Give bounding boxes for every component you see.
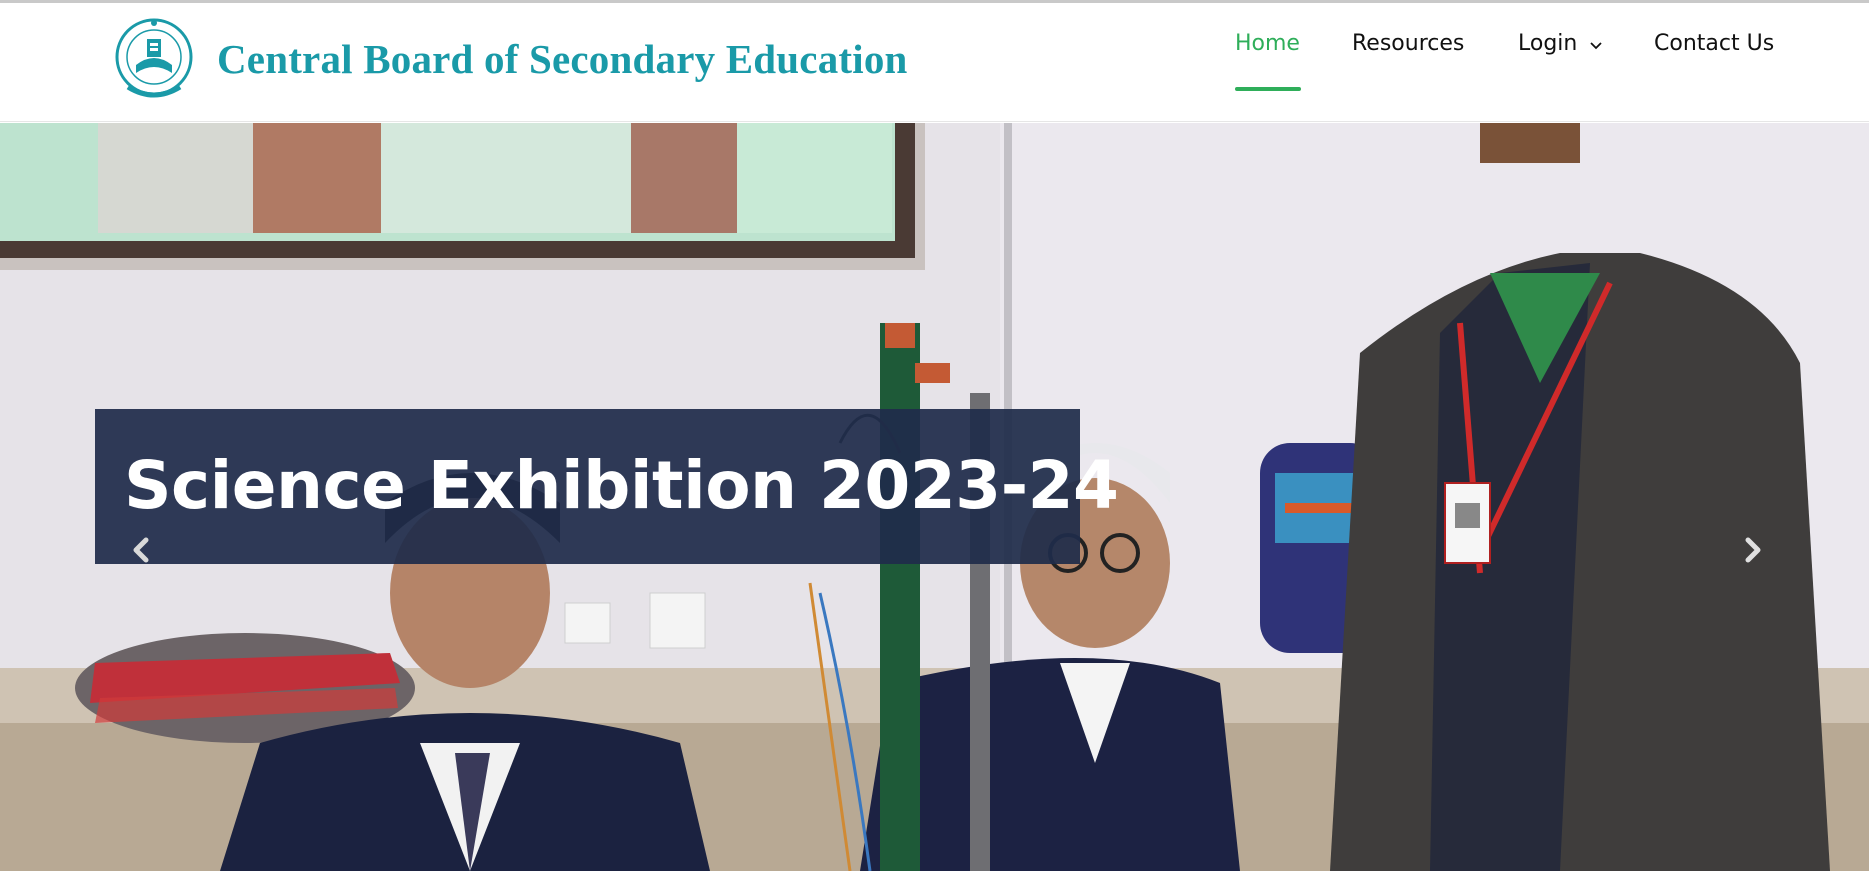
slide-caption-title: Science Exhibition 2023-24 bbox=[124, 447, 1119, 524]
nav-contact-us[interactable]: Contact Us bbox=[1654, 31, 1774, 56]
nav-home[interactable]: Home bbox=[1235, 31, 1300, 56]
site-title[interactable]: Central Board of Secondary Education bbox=[217, 35, 908, 83]
nav-active-indicator bbox=[1235, 87, 1301, 91]
cbse-logo-icon[interactable] bbox=[114, 15, 194, 105]
nav-resources[interactable]: Resources bbox=[1352, 31, 1464, 56]
chevron-down-icon[interactable] bbox=[1589, 41, 1603, 51]
nav-login[interactable]: Login bbox=[1518, 31, 1577, 56]
chevron-left-icon[interactable] bbox=[127, 535, 157, 565]
chevron-right-icon[interactable] bbox=[1737, 535, 1767, 565]
site-header: Central Board of Secondary Education Hom… bbox=[0, 3, 1869, 122]
